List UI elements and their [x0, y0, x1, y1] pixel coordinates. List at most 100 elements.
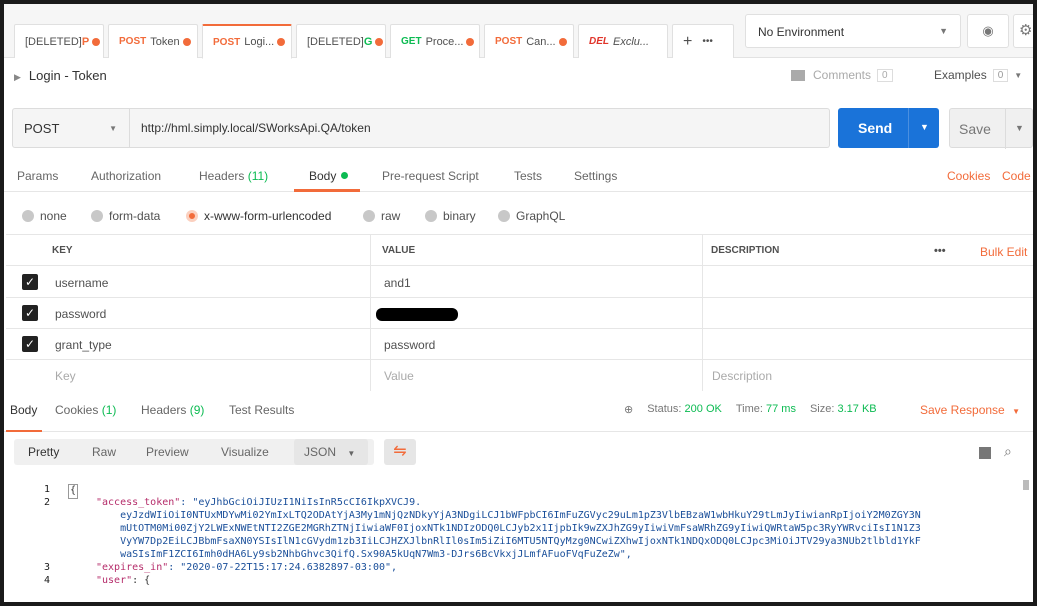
wrap-lines-button[interactable]: ⇋	[384, 439, 416, 465]
unsaved-dot-icon	[558, 37, 567, 46]
time-value: 77 ms	[766, 403, 796, 415]
request-tab-6[interactable]: POST Can...	[484, 24, 574, 58]
cookies-link[interactable]: Cookies	[947, 169, 990, 183]
row-key[interactable]: password	[47, 298, 114, 329]
row-value[interactable]: password	[376, 329, 443, 360]
response-tab-cookies[interactable]: Cookies (1)	[55, 403, 116, 417]
response-body-code: 1 { 2 "access_token": "eyJhbGciOiJIUzI1N…	[4, 478, 1033, 602]
request-breadcrumb[interactable]: ▶ Login - Token	[14, 68, 107, 83]
row-key[interactable]: username	[47, 267, 116, 298]
code-line-wrap: waSIsImF1ZCI6Imh0dHA6Ly9sb2NhbGhvc3QifQ.…	[96, 549, 632, 560]
line-number: 3	[43, 562, 50, 573]
tab-headers[interactable]: Headers (11)	[199, 169, 268, 183]
table-row: ✓ username and1	[6, 267, 1033, 298]
environment-select[interactable]: No Environment ▼	[745, 14, 961, 48]
view-visualize-button[interactable]: Visualize	[221, 445, 269, 459]
cookies-label: Cookies	[55, 403, 99, 417]
comments-button[interactable]: Comments 0	[791, 68, 893, 82]
new-tab-button[interactable]: +	[683, 33, 692, 51]
table-row: ✓ grant_type password	[6, 329, 1033, 360]
request-tab-2[interactable]: POST Token	[108, 24, 198, 58]
tab-tests[interactable]: Tests	[514, 169, 542, 183]
view-pretty-button[interactable]: Pretty	[28, 445, 59, 459]
radio-label: x-www-form-urlencoded	[204, 209, 332, 223]
tab-name: Logi...	[244, 36, 275, 48]
comments-count: 0	[877, 68, 893, 82]
save-options-icon[interactable]: ▼	[1015, 123, 1024, 133]
url-input[interactable]: http://hml.simply.local/SWorksApi.QA/tok…	[130, 108, 830, 148]
bulk-edit-link[interactable]: Bulk Edit	[972, 235, 1033, 266]
save-response-button[interactable]: Save Response ▼	[920, 403, 1020, 417]
examples-dropdown[interactable]: Examples 0 ▼	[934, 68, 1022, 82]
tab-method: GET	[401, 36, 422, 47]
radio-label: none	[40, 209, 67, 223]
radio-label: raw	[381, 209, 401, 223]
new-key-input[interactable]: Key	[47, 360, 84, 391]
unsaved-dot-icon	[277, 38, 286, 46]
code-link[interactable]: Code	[1002, 169, 1031, 183]
response-tab-test-results[interactable]: Test Results	[229, 403, 294, 417]
save-response-label: Save Response	[920, 403, 1005, 417]
line-number: 2	[43, 497, 50, 508]
request-tab-1[interactable]: [DELETED] P	[14, 24, 104, 58]
tab-pre-request-script[interactable]: Pre-request Script	[382, 169, 479, 183]
request-tab-7[interactable]: DEL Exclu...	[578, 24, 668, 58]
radio-icon	[363, 210, 375, 222]
column-header-description: DESCRIPTION	[711, 245, 780, 256]
environment-quick-look-button[interactable]: ◉	[967, 14, 1009, 48]
radio-x-www-form-urlencoded[interactable]: x-www-form-urlencoded	[186, 209, 331, 223]
tab-name: Can...	[526, 35, 556, 48]
active-tab-indicator	[294, 189, 360, 192]
format-select[interactable]: JSON ▼	[294, 439, 368, 465]
code-scrollbar[interactable]	[1023, 480, 1029, 490]
response-status-bar: ⊕ Status: 200 OK Time: 77 ms Size: 3.17 …	[624, 403, 877, 416]
tab-settings[interactable]: Settings	[574, 169, 617, 183]
response-tab-body[interactable]: Body	[10, 403, 37, 417]
more-tabs-icon[interactable]: •••	[702, 36, 713, 47]
format-label: JSON	[304, 445, 337, 459]
row-value[interactable]: and1	[376, 267, 419, 298]
radio-form-data[interactable]: form-data	[91, 209, 160, 223]
tab-body[interactable]: Body	[309, 169, 349, 183]
radio-raw[interactable]: raw	[363, 209, 400, 223]
response-tab-headers[interactable]: Headers (9)	[141, 403, 204, 417]
search-icon[interactable]: ⌕	[1004, 443, 1012, 460]
new-description-input[interactable]: Description	[704, 360, 780, 391]
radio-binary[interactable]: binary	[425, 209, 476, 223]
view-preview-button[interactable]: Preview	[146, 445, 189, 459]
radio-none[interactable]: none	[22, 209, 67, 223]
tab-method: DEL	[589, 36, 609, 47]
json-key: "user"	[96, 575, 133, 586]
row-checkbox-icon[interactable]: ✓	[22, 336, 38, 352]
manage-environments-button[interactable]: ⚙	[1013, 14, 1033, 48]
line-number: 4	[43, 575, 50, 586]
examples-label: Examples	[934, 68, 987, 82]
chevron-down-icon: ▼	[939, 26, 948, 36]
save-button[interactable]: Save ▼	[949, 108, 1033, 149]
table-row: ✓ password	[6, 298, 1033, 329]
tab-authorization[interactable]: Authorization	[91, 169, 161, 183]
json-value: : {	[132, 575, 151, 586]
send-options-icon[interactable]: ▼	[920, 122, 929, 132]
request-tab-5[interactable]: GET Proce...	[390, 24, 480, 58]
row-checkbox-icon[interactable]: ✓	[22, 305, 38, 321]
tab-bar: [DELETED] P POST Token POST Logi... [DEL…	[4, 4, 1033, 59]
row-checkbox-icon[interactable]: ✓	[22, 274, 38, 290]
headers-count: (9)	[189, 403, 205, 417]
send-button[interactable]: Send ▼	[838, 108, 939, 148]
method-select[interactable]: POST ▼	[12, 108, 130, 148]
response-tabs: Body Cookies (1) Headers (9) Test Result…	[4, 394, 1033, 432]
request-tab-3[interactable]: POST Logi...	[202, 24, 292, 59]
tab-params[interactable]: Params	[17, 169, 58, 183]
new-value-input[interactable]: Value	[376, 360, 422, 391]
table-options-icon[interactable]: •••	[926, 235, 954, 266]
view-raw-button[interactable]: Raw	[92, 445, 116, 459]
copy-icon[interactable]	[979, 447, 991, 459]
eye-icon: ◉	[982, 23, 994, 38]
row-key[interactable]: grant_type	[47, 329, 120, 360]
status-info: Status: 200 OK	[647, 403, 722, 416]
json-key: "access_token"	[96, 497, 181, 508]
radio-graphql[interactable]: GraphQL	[498, 209, 565, 223]
radio-icon	[498, 210, 510, 222]
request-tab-4[interactable]: [DELETED] G	[296, 24, 386, 58]
